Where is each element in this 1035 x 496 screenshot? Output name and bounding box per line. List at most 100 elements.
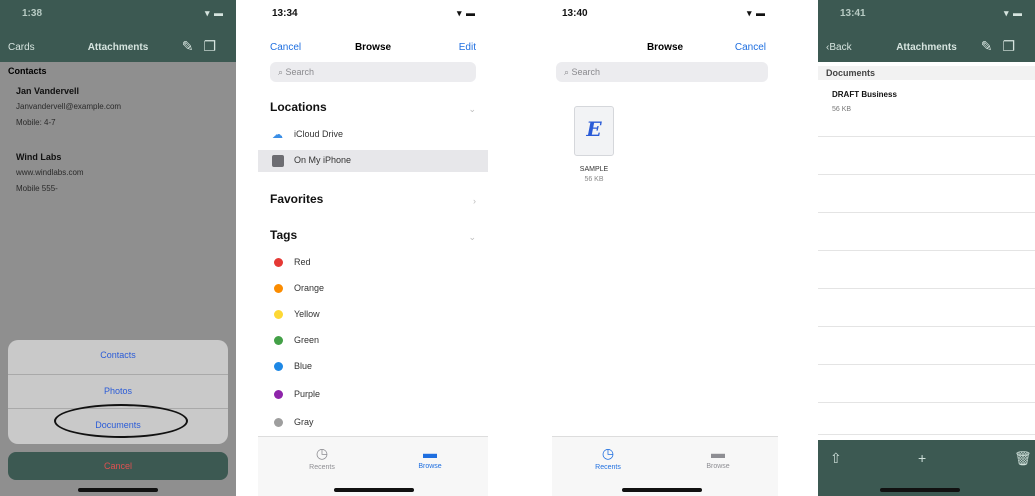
contact-detail: Mobile: 4-7 <box>16 118 56 127</box>
tag-row[interactable]: Red <box>258 252 488 274</box>
location-label: On My iPhone <box>294 155 352 165</box>
highlight-ellipse <box>54 404 188 438</box>
page-title: Browse <box>354 42 392 53</box>
attachment-icon[interactable]: ❐ <box>1002 38 1025 54</box>
edit-button[interactable]: Edit <box>459 42 476 53</box>
attachment-icon[interactable]: ❐ <box>203 38 226 54</box>
nav-actions: ✎❐ <box>981 38 1025 55</box>
wrench-icon[interactable]: ✎ <box>182 38 204 54</box>
chevron-down-icon[interactable]: ⌄ <box>468 104 476 115</box>
add-icon[interactable]: + <box>918 450 926 466</box>
document-file-icon[interactable]: E <box>574 106 614 156</box>
status-signal: ▾ ▬ <box>456 8 476 18</box>
browse-files-screen: 13:40 ▾ ▬ Browse Cancel ⌕ Search E SAMPL… <box>552 0 778 496</box>
tab-label: Browse <box>706 463 730 470</box>
attachments-documents-screen: 13:41 ▾ ▬ ‹Back Attachments ✎❐ Documents… <box>818 0 1035 496</box>
tab-label: Browse <box>418 463 442 470</box>
attachments-action-sheet-screen: 1:38 ▾ ▬ Cards Attachments ✎❐ Contacts J… <box>0 0 236 496</box>
tag-row[interactable]: Gray <box>258 412 488 434</box>
search-icon: ⌕ <box>278 67 286 77</box>
folder-icon: ▬ <box>423 445 437 461</box>
folder-icon: ▬ <box>711 445 725 461</box>
search-placeholder: Search <box>571 67 601 77</box>
tag-row[interactable]: Green <box>258 330 488 352</box>
status-time: 1:38 <box>22 8 43 19</box>
home-indicator <box>622 488 702 492</box>
tab-recents[interactable]: ◷ Recents <box>292 445 352 471</box>
tag-label: Green <box>294 335 320 345</box>
chevron-right-icon[interactable]: ⌄ <box>468 232 476 243</box>
tab-bar: ◷ Recents ▬ Browse <box>258 436 488 496</box>
divider <box>818 434 1035 435</box>
location-label: iCloud Drive <box>294 129 344 139</box>
phone-icon <box>272 155 284 167</box>
document-size: 56 KB <box>832 106 852 113</box>
tag-color-dot <box>274 258 283 267</box>
contact-detail: Janvandervell@example.com <box>16 102 122 111</box>
section-header-documents: Documents <box>818 66 1035 80</box>
tab-browse[interactable]: ▬ Browse <box>688 445 748 470</box>
home-indicator <box>78 488 158 492</box>
nav-bar: 1:38 ▾ ▬ Cards Attachments ✎❐ <box>0 0 236 62</box>
tag-row[interactable]: Orange <box>258 278 488 300</box>
tag-color-dot <box>274 418 283 427</box>
contact-name[interactable]: Wind Labs <box>16 152 61 162</box>
divider <box>8 374 228 375</box>
status-time: 13:34 <box>272 8 298 19</box>
divider <box>818 402 1035 403</box>
share-icon[interactable]: ⇧ <box>830 450 842 467</box>
nav-actions: ✎❐ <box>182 38 226 55</box>
home-indicator <box>880 488 960 492</box>
tags-header[interactable]: Tags <box>270 228 297 242</box>
location-on-my-iphone[interactable]: On My iPhone <box>258 150 488 172</box>
status-time: 13:41 <box>840 8 866 19</box>
section-header-contacts: Contacts <box>8 66 47 76</box>
locations-header[interactable]: Locations <box>270 100 327 114</box>
tag-label: Orange <box>294 283 325 293</box>
file-name: SAMPLE <box>579 166 609 173</box>
location-icloud-drive[interactable]: ☁ iCloud Drive <box>258 124 488 146</box>
search-placeholder: Search <box>285 67 315 77</box>
sheet-option-contacts[interactable]: Contacts <box>8 350 228 360</box>
divider <box>818 136 1035 137</box>
home-indicator <box>334 488 414 492</box>
tab-label: Recents <box>595 464 621 471</box>
status-signal: ▾ ▬ <box>1003 8 1023 18</box>
tab-bar: ◷ Recents ▬ Browse <box>552 436 778 496</box>
status-signal: ▾ ▬ <box>746 8 766 18</box>
divider <box>818 326 1035 327</box>
divider <box>818 174 1035 175</box>
tag-color-dot <box>274 390 283 399</box>
search-input[interactable]: ⌕ Search <box>556 62 768 82</box>
chevron-right-icon[interactable]: › <box>473 196 476 206</box>
wrench-icon[interactable]: ✎ <box>981 38 1003 54</box>
tag-color-dot <box>274 284 283 293</box>
contact-detail: www.windlabs.com <box>16 168 84 177</box>
tag-row[interactable]: Yellow <box>258 304 488 326</box>
tag-row[interactable]: Blue <box>258 356 488 378</box>
divider <box>818 250 1035 251</box>
status-signal: ▾ ▬ <box>204 8 224 18</box>
document-name[interactable]: DRAFT Business <box>832 90 897 99</box>
cancel-button[interactable]: Cancel <box>8 452 228 480</box>
nav-bar: 13:41 ▾ ▬ ‹Back Attachments ✎❐ <box>818 0 1035 62</box>
trash-icon[interactable]: 🗑 <box>1014 450 1032 467</box>
cancel-button[interactable]: Cancel <box>735 42 766 53</box>
browse-locations-screen: 13:34 ▾ ▬ Cancel Browse Edit ⌕ Search Lo… <box>258 0 488 496</box>
contact-detail: Mobile 555- <box>16 184 58 193</box>
contact-name[interactable]: Jan Vandervell <box>16 86 79 96</box>
favorites-header[interactable]: Favorites <box>270 192 323 206</box>
status-time: 13:40 <box>562 8 588 19</box>
cloud-icon: ☁ <box>272 129 283 141</box>
tab-browse[interactable]: ▬ Browse <box>400 445 460 470</box>
sheet-option-photos[interactable]: Photos <box>8 386 228 396</box>
tag-color-dot <box>274 336 283 345</box>
search-input[interactable]: ⌕ Search <box>270 62 476 82</box>
tag-label: Yellow <box>294 309 320 319</box>
search-icon: ⌕ <box>564 67 572 77</box>
tag-row[interactable]: Purple <box>258 384 488 406</box>
tag-color-dot <box>274 362 283 371</box>
tab-recents[interactable]: ◷ Recents <box>578 445 638 471</box>
clock-icon: ◷ <box>601 445 615 461</box>
divider <box>818 288 1035 289</box>
